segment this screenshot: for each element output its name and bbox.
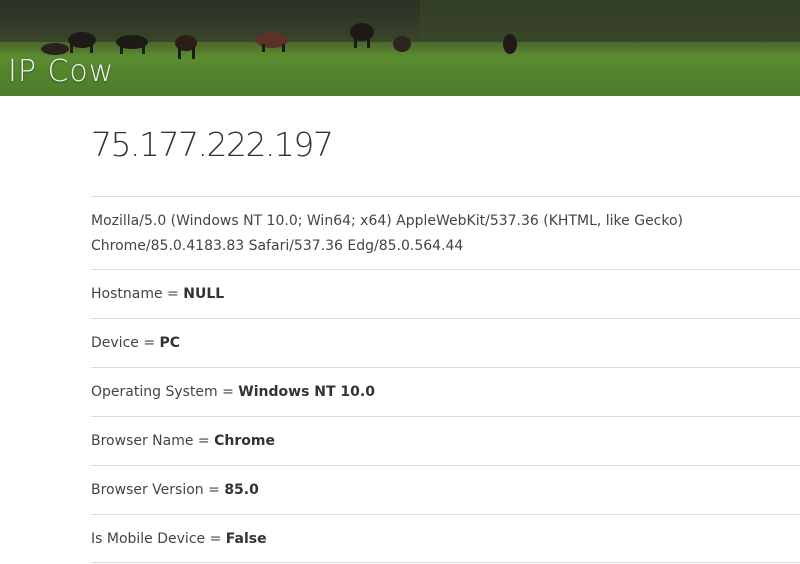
main-content: 75.177.222.197 Mozilla/5.0 (Windows NT 1… [91, 96, 800, 563]
detail-separator: = [217, 384, 239, 400]
detail-value: Windows NT 10.0 [238, 384, 375, 400]
detail-label: Device [91, 335, 139, 351]
detail-row-browser-version: Browser Version = 85.0 [91, 465, 800, 514]
site-logo[interactable]: IP Cow [8, 52, 114, 92]
detail-value: NULL [183, 286, 225, 302]
header-banner: IP Cow [0, 0, 800, 96]
detail-separator: = [203, 482, 225, 498]
detail-value: False [225, 531, 267, 547]
detail-label: Browser Version [91, 482, 204, 498]
detail-row-browser-name: Browser Name = Chrome [91, 416, 800, 465]
detail-row-is-mobile: Is Mobile Device = False [91, 514, 800, 563]
detail-label: Operating System [91, 384, 218, 400]
user-agent-row: Mozilla/5.0 (Windows NT 10.0; Win64; x64… [91, 196, 800, 269]
detail-separator: = [162, 286, 184, 302]
detail-label: Is Mobile Device [91, 531, 206, 547]
detail-row-device: Device = PC [91, 318, 800, 367]
detail-row-hostname: Hostname = NULL [91, 269, 800, 318]
detail-separator: = [205, 531, 226, 547]
detail-value: Chrome [214, 433, 275, 449]
detail-label: Hostname [91, 286, 163, 302]
detail-separator: = [193, 433, 215, 449]
ip-address: 75.177.222.197 [91, 125, 334, 164]
pasture-image [0, 0, 800, 96]
detail-label: Browser Name [91, 433, 194, 449]
user-agent-line-1: Mozilla/5.0 (Windows NT 10.0; Win64; x64… [91, 213, 684, 229]
detail-value: 85.0 [224, 482, 259, 498]
user-agent-line-2: Chrome/85.0.4183.83 Safari/537.36 Edg/85… [91, 238, 464, 254]
detail-value: PC [159, 335, 181, 351]
detail-separator: = [138, 335, 160, 351]
detail-row-operating-system: Operating System = Windows NT 10.0 [91, 367, 800, 416]
